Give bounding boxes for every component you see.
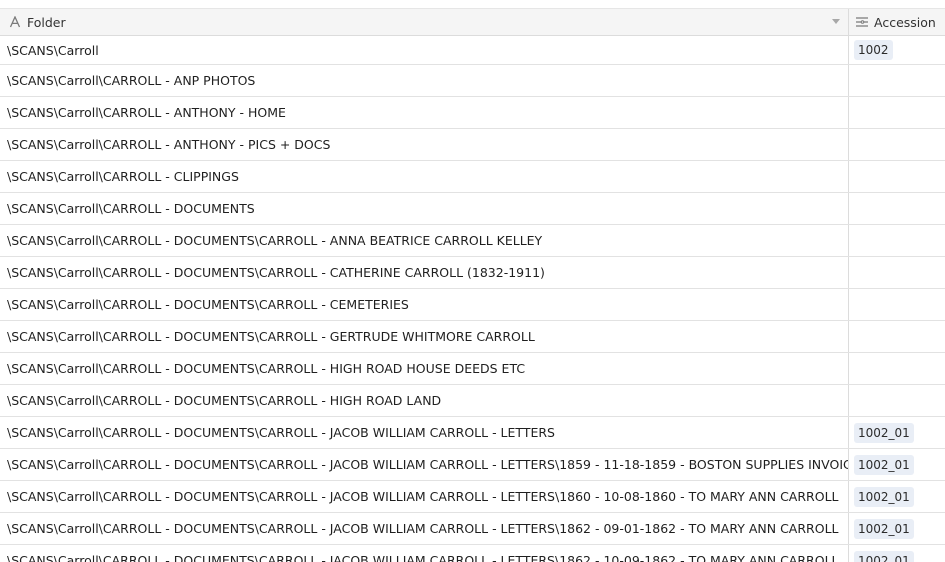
accession-cell[interactable] <box>849 353 945 384</box>
accession-tag: 1002 <box>854 40 893 60</box>
folder-cell[interactable]: \SCANS\Carroll\CARROLL - DOCUMENTS\CARRO… <box>0 513 849 544</box>
folder-cell[interactable]: \SCANS\Carroll\CARROLL - DOCUMENTS\CARRO… <box>0 289 849 320</box>
accession-cell[interactable]: 1002_01 <box>849 481 945 512</box>
column-header-folder-label: Folder <box>27 14 66 30</box>
accession-cell[interactable]: 1002_01 <box>849 417 945 448</box>
list-lines-icon <box>855 15 869 29</box>
data-grid: Folder Accession \SCANS\Carroll 1002 \SCAN… <box>0 8 945 562</box>
table-row[interactable]: \SCANS\Carroll\CARROLL - DOCUMENTS\CARRO… <box>0 417 945 449</box>
accession-cell[interactable]: 1002_01 <box>849 449 945 480</box>
grid-header: Folder Accession <box>0 8 945 36</box>
folder-cell[interactable]: \SCANS\Carroll\CARROLL - DOCUMENTS\CARRO… <box>0 385 849 416</box>
accession-cell[interactable] <box>849 65 945 96</box>
folder-cell[interactable]: \SCANS\Carroll\CARROLL - ANTHONY - PICS … <box>0 129 849 160</box>
accession-cell[interactable] <box>849 289 945 320</box>
top-strip <box>0 0 945 8</box>
table-row[interactable]: \SCANS\Carroll\CARROLL - DOCUMENTS\CARRO… <box>0 545 945 562</box>
table-row[interactable]: \SCANS\Carroll\CARROLL - DOCUMENTS\CARRO… <box>0 385 945 417</box>
table-row[interactable]: \SCANS\Carroll\CARROLL - DOCUMENTS\CARRO… <box>0 257 945 289</box>
folder-cell[interactable]: \SCANS\Carroll\CARROLL - DOCUMENTS\CARRO… <box>0 353 849 384</box>
folder-path-text: \SCANS\Carroll\CARROLL - DOCUMENTS\CARRO… <box>7 393 442 408</box>
folder-path-text: \SCANS\Carroll\CARROLL - ANTHONY - HOME <box>7 105 286 120</box>
folder-cell[interactable]: \SCANS\Carroll <box>0 36 849 64</box>
accession-tag: 1002_01 <box>854 550 914 562</box>
folder-path-text: \SCANS\Carroll\CARROLL - DOCUMENTS\CARRO… <box>7 233 543 248</box>
grid-rows: \SCANS\Carroll 1002 \SCANS\Carroll\CARROLL… <box>0 36 945 562</box>
column-header-accession[interactable]: Accession <box>849 9 945 35</box>
folder-cell[interactable]: \SCANS\Carroll\CARROLL - DOCUMENTS\CARRO… <box>0 545 849 562</box>
accession-cell[interactable]: 1002_01 <box>849 513 945 544</box>
accession-tag: 1002_01 <box>854 454 914 475</box>
accession-cell[interactable] <box>849 225 945 256</box>
table-row[interactable]: \SCANS\Carroll\CARROLL - CLIPPINGS <box>0 161 945 193</box>
text-type-icon <box>8 15 22 29</box>
accession-tag: 1002_01 <box>854 422 914 443</box>
accession-tag: 1002_01 <box>854 486 914 507</box>
folder-cell[interactable]: \SCANS\Carroll\CARROLL - DOCUMENTS\CARRO… <box>0 225 849 256</box>
table-row[interactable]: \SCANS\Carroll\CARROLL - ANTHONY - HOME <box>0 97 945 129</box>
folder-cell[interactable]: \SCANS\Carroll\CARROLL - ANP PHOTOS <box>0 65 849 96</box>
folder-cell[interactable]: \SCANS\Carroll\CARROLL - DOCUMENTS\CARRO… <box>0 449 849 480</box>
accession-cell[interactable] <box>849 193 945 224</box>
folder-cell[interactable]: \SCANS\Carroll\CARROLL - CLIPPINGS <box>0 161 849 192</box>
accession-cell[interactable] <box>849 129 945 160</box>
folder-path-text: \SCANS\Carroll\CARROLL - DOCUMENTS\CARRO… <box>7 425 555 440</box>
folder-path-text: \SCANS\Carroll\CARROLL - DOCUMENTS\CARRO… <box>7 457 849 472</box>
folder-path-text: \SCANS\Carroll\CARROLL - ANP PHOTOS <box>7 73 256 88</box>
table-row[interactable]: \SCANS\Carroll\CARROLL - DOCUMENTS\CARRO… <box>0 321 945 353</box>
folder-path-text: \SCANS\Carroll\CARROLL - CLIPPINGS <box>7 169 239 184</box>
table-row[interactable]: \SCANS\Carroll\CARROLL - ANTHONY - PICS … <box>0 129 945 161</box>
folder-path-text: \SCANS\Carroll\CARROLL - DOCUMENTS\CARRO… <box>7 553 839 562</box>
column-header-folder[interactable]: Folder <box>0 9 849 35</box>
table-row[interactable]: \SCANS\Carroll\CARROLL - DOCUMENTS\CARRO… <box>0 481 945 513</box>
folder-path-text: \SCANS\Carroll\CARROLL - ANTHONY - PICS … <box>7 137 331 152</box>
accession-cell[interactable] <box>849 385 945 416</box>
accession-cell[interactable]: 1002_01 <box>849 545 945 562</box>
table-row[interactable]: \SCANS\Carroll\CARROLL - DOCUMENTS\CARRO… <box>0 449 945 481</box>
table-row[interactable]: \SCANS\Carroll\CARROLL - DOCUMENTS\CARRO… <box>0 513 945 545</box>
folder-path-text: \SCANS\Carroll\CARROLL - DOCUMENTS\CARRO… <box>7 297 409 312</box>
table-row[interactable]: \SCANS\Carroll\CARROLL - DOCUMENTS\CARRO… <box>0 353 945 385</box>
table-row[interactable]: \SCANS\Carroll 1002 <box>0 36 945 65</box>
column-header-accession-label: Accession <box>874 14 936 30</box>
table-row[interactable]: \SCANS\Carroll\CARROLL - DOCUMENTS\CARRO… <box>0 225 945 257</box>
column-menu-caret-icon[interactable] <box>832 19 840 24</box>
accession-cell[interactable] <box>849 97 945 128</box>
folder-path-text: \SCANS\Carroll\CARROLL - DOCUMENTS\CARRO… <box>7 489 839 504</box>
folder-cell[interactable]: \SCANS\Carroll\CARROLL - DOCUMENTS <box>0 193 849 224</box>
folder-cell[interactable]: \SCANS\Carroll\CARROLL - DOCUMENTS\CARRO… <box>0 417 849 448</box>
table-row[interactable]: \SCANS\Carroll\CARROLL - DOCUMENTS\CARRO… <box>0 289 945 321</box>
folder-path-text: \SCANS\Carroll\CARROLL - DOCUMENTS\CARRO… <box>7 361 526 376</box>
accession-tag: 1002_01 <box>854 518 914 539</box>
folder-path-text: \SCANS\Carroll\CARROLL - DOCUMENTS\CARRO… <box>7 265 545 280</box>
folder-cell[interactable]: \SCANS\Carroll\CARROLL - DOCUMENTS\CARRO… <box>0 481 849 512</box>
accession-cell[interactable] <box>849 321 945 352</box>
table-row[interactable]: \SCANS\Carroll\CARROLL - ANP PHOTOS <box>0 65 945 97</box>
accession-cell[interactable] <box>849 257 945 288</box>
accession-cell[interactable]: 1002 <box>849 36 945 64</box>
folder-cell[interactable]: \SCANS\Carroll\CARROLL - ANTHONY - HOME <box>0 97 849 128</box>
folder-path-text: \SCANS\Carroll\CARROLL - DOCUMENTS\CARRO… <box>7 521 839 536</box>
folder-path-text: \SCANS\Carroll <box>7 42 99 58</box>
folder-path-text: \SCANS\Carroll\CARROLL - DOCUMENTS\CARRO… <box>7 329 535 344</box>
folder-cell[interactable]: \SCANS\Carroll\CARROLL - DOCUMENTS\CARRO… <box>0 321 849 352</box>
folder-path-text: \SCANS\Carroll\CARROLL - DOCUMENTS <box>7 201 255 216</box>
table-row[interactable]: \SCANS\Carroll\CARROLL - DOCUMENTS <box>0 193 945 225</box>
accession-cell[interactable] <box>849 161 945 192</box>
folder-cell[interactable]: \SCANS\Carroll\CARROLL - DOCUMENTS\CARRO… <box>0 257 849 288</box>
